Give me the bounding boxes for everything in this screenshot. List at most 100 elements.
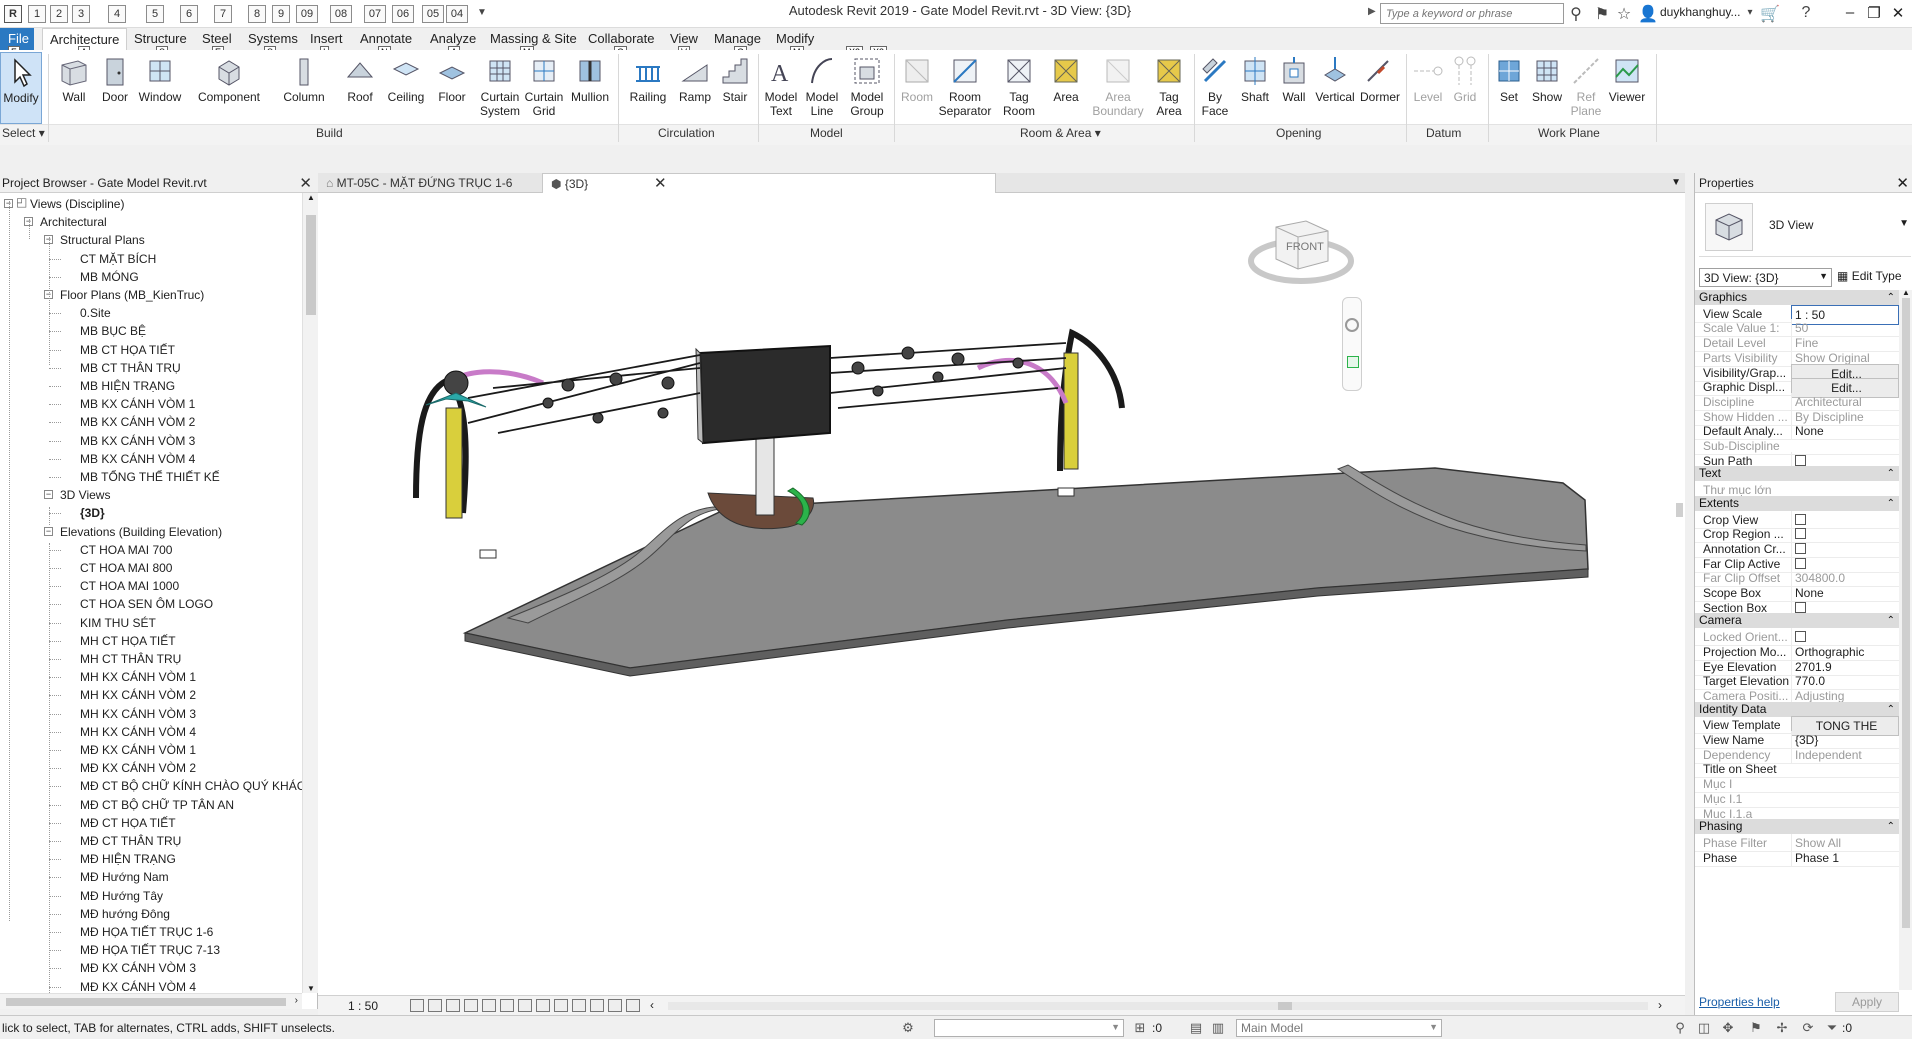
curtain-grid-button[interactable]: Curtain Grid [524, 52, 564, 124]
checkbox[interactable] [1795, 557, 1806, 569]
subscription-icon[interactable]: ⚑ [1592, 4, 1612, 24]
project-browser-item[interactable]: MH CT THÂN TRỤ [80, 650, 181, 668]
project-browser-item[interactable]: MĐ Hướng Nam [80, 868, 169, 886]
canvas-vertical-scrollbar[interactable] [1674, 193, 1685, 995]
ceiling-button[interactable]: Ceiling [384, 52, 428, 124]
close-icon[interactable]: ✕ [299, 174, 312, 192]
scroll-right-icon[interactable]: › [295, 995, 298, 1006]
tab-structure[interactable]: Structure [134, 31, 187, 46]
view-tab-3d[interactable]: ⬢ {3D} [542, 173, 996, 193]
tag-area-button[interactable]: Tag Area [1148, 52, 1190, 124]
mullion-button[interactable]: Mullion [568, 52, 612, 124]
project-browser-item[interactable]: MB MÓNG [80, 268, 139, 286]
edit-type-button[interactable]: ▦ Edit Type [1837, 269, 1902, 283]
worksets-icon[interactable]: ⚙ [900, 1020, 916, 1035]
component-button[interactable]: Component [192, 52, 266, 124]
background-processes-icon[interactable]: ⟳ [1800, 1020, 1816, 1035]
reveal-constraints-icon[interactable] [626, 999, 640, 1012]
viewcube[interactable]: FRONT [1246, 209, 1356, 284]
collapse-chevron-icon[interactable]: ⌃ [1887, 613, 1895, 628]
rendering-icon[interactable] [482, 999, 496, 1012]
user-icon[interactable]: 👤 [1638, 4, 1658, 24]
collapse-chevron-icon[interactable]: ⌃ [1887, 702, 1895, 717]
dimension-icon[interactable]: 8 [248, 5, 266, 23]
scroll-left-icon[interactable]: ‹ [650, 998, 654, 1012]
open-icon[interactable]: 1 [28, 5, 46, 23]
project-browser-item[interactable]: MĐ KX CÁNH VÒM 4 [80, 978, 196, 993]
checkbox[interactable] [1795, 631, 1806, 643]
vertical-button[interactable]: Vertical [1314, 52, 1356, 124]
tab-modify[interactable]: Modify [776, 31, 814, 46]
project-browser-item[interactable]: MH KX CÁNH VÒM 2 [80, 686, 196, 704]
scroll-up-icon[interactable]: ▲ [307, 193, 315, 202]
ref-plane-button[interactable]: Ref Plane [1568, 52, 1604, 124]
project-browser-item[interactable]: CT HOA MAI 700 [80, 541, 172, 559]
ramp-button[interactable]: Ramp [676, 52, 714, 124]
area-button[interactable]: Area [1046, 52, 1086, 124]
project-browser-item[interactable]: MĐ HỌA TIẾT TRỤC 1-6 [80, 923, 213, 941]
project-browser-item[interactable]: MĐ hướng Đông [80, 905, 170, 923]
properties-scrollbar[interactable]: ▲ [1899, 288, 1912, 990]
project-browser-item[interactable]: MĐ HỌA TIẾT TRỤC 7-13 [80, 941, 220, 959]
checkbox[interactable] [1795, 454, 1806, 466]
project-browser-item[interactable]: MĐ Hướng Tây [80, 887, 163, 905]
checkbox[interactable] [1795, 513, 1806, 525]
user-name[interactable]: duykhanghuy... [1660, 5, 1741, 19]
design-options-icon[interactable]: ▥ [1210, 1020, 1226, 1035]
visual-style-icon[interactable] [428, 999, 442, 1012]
property-category-identity[interactable]: Identity Data ⌃ [1695, 701, 1899, 717]
project-browser-item[interactable]: 3D Views [60, 486, 110, 504]
project-browser-item[interactable]: KIM THU SÉT [80, 614, 156, 632]
railing-button[interactable]: Railing [624, 52, 672, 124]
project-browser-item[interactable]: MĐ CT THÂN TRỤ [80, 832, 181, 850]
save-icon[interactable]: 2 [50, 5, 68, 23]
tab-analyze[interactable]: Analyze [430, 31, 476, 46]
scroll-thumb[interactable] [306, 215, 316, 315]
customize-toolbar-icon[interactable]: ▼ [472, 7, 492, 18]
project-browser-item[interactable]: MĐ KX CÁNH VÒM 1 [80, 741, 196, 759]
project-browser-item[interactable]: Structural Plans [60, 231, 145, 249]
close-tab-icon[interactable]: ✕ [654, 174, 667, 192]
project-browser-item[interactable]: Architectural [40, 213, 107, 231]
scroll-down-icon[interactable]: ▼ [307, 984, 315, 993]
project-browser-item[interactable]: MB KX CÁNH VÒM 4 [80, 450, 195, 468]
door-button[interactable]: Door [98, 52, 132, 124]
properties-help-link[interactable]: Properties help [1699, 995, 1780, 1009]
temporary-view-properties-icon[interactable] [608, 999, 622, 1012]
property-category-extents[interactable]: Extents ⌃ [1695, 495, 1899, 511]
type-selector[interactable]: 3D View ▼ [1699, 195, 1911, 257]
checkbox[interactable] [1795, 528, 1806, 540]
project-browser-item[interactable]: CT MẶT BÍCH [80, 250, 156, 268]
search-expand-icon[interactable]: ▶ [1368, 6, 1376, 17]
dormer-button[interactable]: Dormer [1358, 52, 1402, 124]
filter-selection-icon[interactable]: ⏷ [1824, 1020, 1840, 1035]
stair-button[interactable]: Stair [718, 52, 752, 124]
text-icon[interactable]: 09 [296, 5, 318, 23]
tab-massing-site[interactable]: Massing & Site [490, 31, 577, 46]
modify-button[interactable]: Modify [0, 52, 42, 124]
project-browser-item[interactable]: CT HOA MAI 1000 [80, 577, 179, 595]
project-browser-item[interactable]: MĐ CT HỌA TIẾT [80, 814, 176, 832]
type-dropdown-icon[interactable]: ▼ [1899, 218, 1909, 229]
tab-systems[interactable]: Systems [248, 31, 298, 46]
tag-icon[interactable]: 9 [272, 5, 290, 23]
curtain-system-button[interactable]: Curtain System [478, 52, 522, 124]
project-browser-item[interactable]: MB HIỆN TRẠNG [80, 377, 175, 395]
zoom-icon[interactable] [1347, 356, 1359, 368]
project-browser-item[interactable]: MĐ HIỆN TRẠNG [80, 850, 176, 868]
room-button[interactable]: Room [898, 52, 936, 124]
redo-icon[interactable]: 5 [146, 5, 164, 23]
collapse-chevron-icon[interactable]: ⌃ [1887, 496, 1895, 511]
project-browser-item[interactable]: CT HOA MAI 800 [80, 559, 172, 577]
project-browser-item[interactable]: MH KX CÁNH VÒM 1 [80, 668, 196, 686]
horizontal-scrollbar[interactable]: › [0, 993, 302, 1009]
3d-view-icon[interactable]: 08 [330, 5, 352, 23]
sync-icon[interactable]: 3 [72, 5, 90, 23]
show-button[interactable]: Show [1528, 52, 1566, 124]
window-button[interactable]: Window [136, 52, 184, 124]
apply-button[interactable]: Apply [1835, 992, 1899, 1012]
collapse-chevron-icon[interactable]: ⌃ [1887, 819, 1895, 834]
canvas-horizontal-scrollbar[interactable] [668, 1002, 1648, 1010]
billboard-screen[interactable] [698, 344, 831, 445]
project-browser-item[interactable]: MH CT HỌA TIẾT [80, 632, 176, 650]
